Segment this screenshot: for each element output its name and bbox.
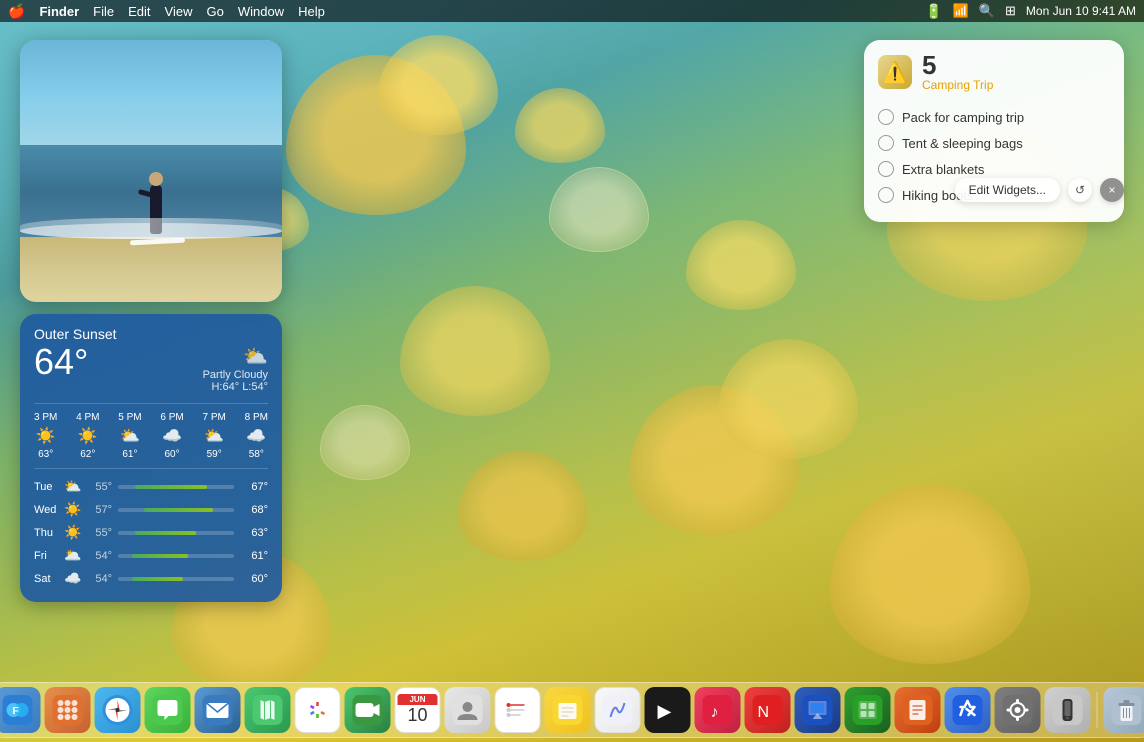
forecast-icon-sat: ☁️ — [62, 570, 84, 587]
dock-news[interactable]: N — [745, 687, 791, 733]
svg-text:N: N — [758, 704, 770, 721]
close-icon: × — [1108, 183, 1115, 197]
dock-launchpad[interactable] — [45, 687, 91, 733]
search-icon[interactable]: 🔍 — [979, 3, 995, 19]
reminder-checkbox-3[interactable] — [878, 161, 894, 177]
dock-iphone-mirroring[interactable] — [1045, 687, 1091, 733]
dock-freeform[interactable] — [595, 687, 641, 733]
menubar-help[interactable]: Help — [298, 4, 325, 19]
reminder-text-3: Extra blankets — [902, 162, 984, 177]
rotate-icon: ↺ — [1075, 183, 1085, 197]
weather-hour-5: 7 PM ⛅ 59° — [203, 412, 226, 460]
widget-close-button[interactable]: × — [1100, 178, 1124, 202]
reminder-checkbox-1[interactable] — [878, 109, 894, 125]
reminder-text-1: Pack for camping trip — [902, 110, 1024, 125]
reminders-app-icon: ⚠️ — [878, 55, 912, 89]
datetime-display: Mon Jun 10 9:41 AM — [1026, 4, 1136, 18]
svg-text:♪: ♪ — [711, 704, 719, 721]
forecast-icon-thu: ☀️ — [62, 524, 84, 541]
reminder-text-2: Tent & sleeping bags — [902, 136, 1023, 151]
weather-sun-icon: ⛅ — [203, 344, 268, 369]
svg-text:▶: ▶ — [658, 701, 672, 721]
calendar-day: 10 — [407, 705, 427, 727]
weather-location: Outer Sunset — [34, 326, 268, 342]
forecast-fri: Fri 🌥️ 54° 61° — [34, 544, 268, 567]
menubar-finder[interactable]: Finder — [39, 4, 79, 19]
dock-safari[interactable] — [95, 687, 141, 733]
dock-system-preferences[interactable] — [995, 687, 1041, 733]
hour-icon-4: ☁️ — [162, 426, 182, 446]
weather-hour-2: 4 PM ☀️ 62° — [76, 412, 99, 460]
reminder-item-2: Tent & sleeping bags — [878, 130, 1110, 156]
forecast-icon-wed: ☀️ — [62, 501, 84, 518]
reminders-count-section: 5 Camping Trip — [922, 52, 993, 92]
reminders-items: Pack for camping trip Tent & sleeping ba… — [864, 100, 1124, 222]
weather-condition: ⛅ Partly Cloudy H:64° L:54° — [203, 344, 268, 393]
menubar-edit[interactable]: Edit — [128, 4, 150, 19]
weather-hour-1: 3 PM ☀️ 63° — [34, 412, 57, 460]
menubar-window[interactable]: Window — [238, 4, 284, 19]
dock-trash[interactable] — [1104, 687, 1144, 733]
hour-icon-3: ⛅ — [120, 426, 140, 446]
menubar-file[interactable]: File — [93, 4, 114, 19]
dock-mail[interactable] — [195, 687, 241, 733]
weather-forecast: Tue ⛅ 55° 67° Wed ☀️ 57° 68° Thu ☀️ 55° … — [34, 468, 268, 590]
menubar-go[interactable]: Go — [206, 4, 223, 19]
hour-icon-2: ☀️ — [78, 426, 98, 446]
dock-numbers[interactable] — [845, 687, 891, 733]
photo-widget — [20, 40, 282, 302]
wifi-icon[interactable]: 📶 — [953, 3, 969, 19]
reminders-count: 5 — [922, 52, 993, 78]
weather-hour-4: 6 PM ☁️ 60° — [160, 412, 183, 460]
forecast-tue: Tue ⛅ 55° 67° — [34, 475, 268, 498]
reminders-header: ⚠️ 5 Camping Trip — [864, 40, 1124, 100]
reminders-list-name: Camping Trip — [922, 78, 993, 92]
dock-divider — [1097, 692, 1098, 728]
weather-hourly: 3 PM ☀️ 63° 4 PM ☀️ 62° 5 PM ⛅ 61° 6 PM … — [34, 403, 268, 460]
forecast-sat: Sat ☁️ 54° 60° — [34, 567, 268, 590]
dock-messages[interactable] — [145, 687, 191, 733]
svg-text:F: F — [13, 706, 19, 717]
dock-notes[interactable] — [545, 687, 591, 733]
dock: F JUN 10 ▶ — [0, 682, 1144, 738]
hour-icon-6: ☁️ — [246, 426, 266, 446]
dock-finder[interactable]: F — [0, 687, 41, 733]
hour-icon-5: ⛅ — [204, 426, 224, 446]
control-center-icon[interactable]: ⊞ — [1005, 3, 1016, 19]
dock-appstore[interactable] — [945, 687, 991, 733]
dock-maps[interactable] — [245, 687, 291, 733]
dock-facetime[interactable] — [345, 687, 391, 733]
dock-contacts[interactable] — [445, 687, 491, 733]
menubar-right: 🔋 📶 🔍 ⊞ Mon Jun 10 9:41 AM — [925, 3, 1136, 20]
forecast-wed: Wed ☀️ 57° 68° — [34, 498, 268, 521]
forecast-icon-tue: ⛅ — [62, 478, 84, 495]
dock-photos[interactable] — [295, 687, 341, 733]
weather-hour-3: 5 PM ⛅ 61° — [118, 412, 141, 460]
battery-icon[interactable]: 🔋 — [925, 3, 942, 20]
apple-menu[interactable]: 🍎 — [8, 3, 25, 20]
calendar-month: JUN — [398, 694, 438, 705]
hour-icon-1: ☀️ — [36, 426, 56, 446]
forecast-thu: Thu ☀️ 55° 63° — [34, 521, 268, 544]
weather-hour-6: 8 PM ☁️ 58° — [245, 412, 268, 460]
reminder-checkbox-2[interactable] — [878, 135, 894, 151]
edit-widgets-button[interactable]: Edit Widgets... — [955, 178, 1060, 202]
menubar: 🍎 Finder File Edit View Go Window Help 🔋… — [0, 0, 1144, 22]
forecast-icon-fri: 🌥️ — [62, 547, 84, 564]
dock-music[interactable]: ♪ — [695, 687, 741, 733]
widget-controls: Edit Widgets... ↺ × — [955, 178, 1124, 202]
menubar-view[interactable]: View — [165, 4, 193, 19]
dock-keynote[interactable] — [795, 687, 841, 733]
reminder-checkbox-4[interactable] — [878, 187, 894, 203]
dock-calendar[interactable]: JUN 10 — [395, 687, 441, 733]
dock-appletv[interactable]: ▶ — [645, 687, 691, 733]
menubar-left: 🍎 Finder File Edit View Go Window Help — [8, 3, 325, 20]
reminder-item-1: Pack for camping trip — [878, 104, 1110, 130]
weather-widget: Outer Sunset 64° ⛅ Partly Cloudy H:64° L… — [20, 314, 282, 602]
dock-pages[interactable] — [895, 687, 941, 733]
widget-rotate-button[interactable]: ↺ — [1068, 178, 1092, 202]
weather-temperature: 64° — [34, 344, 88, 380]
dock-reminders[interactable] — [495, 687, 541, 733]
